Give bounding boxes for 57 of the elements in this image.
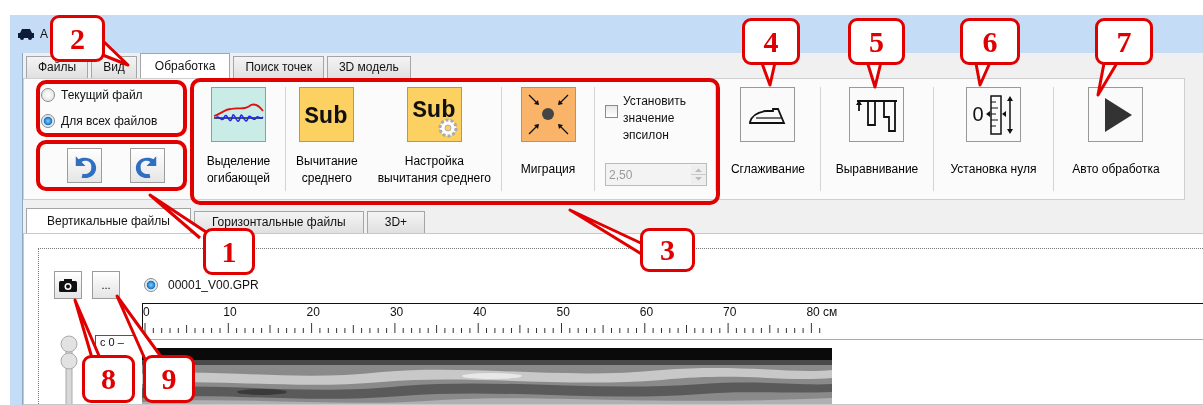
checkbox-label: Установить значение эпсилон <box>623 93 686 144</box>
stepped-traces-icon <box>849 87 905 142</box>
tool-button[interactable]: Выравнивание <box>831 87 923 191</box>
range-slider[interactable] <box>59 335 79 404</box>
callout-number: 1 <box>203 228 255 275</box>
tool-button[interactable]: Sub Настройка вычитания среднего <box>373 87 495 191</box>
ruler-label: 20 <box>306 305 320 319</box>
gear-icon <box>438 118 458 138</box>
ruler-label: 80 см <box>806 305 838 319</box>
tab[interactable]: Обработка <box>139 53 231 78</box>
callout-number: 6 <box>960 18 1020 65</box>
slider-thumb[interactable] <box>60 335 78 370</box>
ruler-label: 30 <box>389 305 404 319</box>
tab[interactable]: Поиск точек <box>233 56 324 78</box>
callout-number: 3 <box>640 228 695 272</box>
undo-button[interactable] <box>67 148 102 183</box>
waveform-icon <box>211 87 266 142</box>
ruler-label: 0 <box>143 305 150 319</box>
radio-button[interactable] <box>41 88 55 102</box>
tab[interactable]: 3D модель <box>326 56 411 78</box>
tool-button[interactable]: Авто обработка <box>1068 87 1164 191</box>
window-title: A <box>40 26 48 43</box>
icon-text: Sub <box>304 103 348 130</box>
ruler-label: 40 <box>473 305 487 319</box>
radio-label: Для всех файлов <box>61 113 158 130</box>
spin-field: 2,50 <box>605 163 707 186</box>
radio-button[interactable] <box>144 278 158 292</box>
callout-number: 5 <box>848 18 905 65</box>
icon-text: 0 <box>972 103 984 125</box>
tool-button[interactable]: Сглаживание <box>726 87 810 191</box>
ruler-label: 10 <box>223 305 237 319</box>
redo-button[interactable] <box>130 148 165 183</box>
file-name: 00001_V00.GPR <box>168 277 259 294</box>
ruler-label: 50 <box>556 305 570 319</box>
tool-button[interactable]: 0 Установка нуля <box>946 87 1041 191</box>
ruler-label: 60 <box>639 305 654 319</box>
callout-number: 4 <box>742 18 800 65</box>
radio-button[interactable] <box>41 114 55 128</box>
checkbox[interactable] <box>605 105 618 118</box>
callout-number: 9 <box>143 355 195 403</box>
iron-icon <box>740 87 796 142</box>
tool-button[interactable]: Sub Вычитание среднего <box>292 87 362 191</box>
converging-arrows-icon <box>520 87 576 142</box>
callout-number: 8 <box>82 355 135 403</box>
ruler-label: 70 <box>723 305 737 319</box>
car-icon <box>17 28 35 40</box>
tool-button[interactable]: Миграция <box>516 87 580 191</box>
more-button[interactable]: ... <box>92 271 120 299</box>
tab[interactable]: Горизонтальные файлы <box>193 211 364 233</box>
icon-text: Sub <box>412 97 456 124</box>
camera-icon <box>58 278 78 292</box>
tab[interactable]: 3D+ <box>366 211 426 233</box>
camera-button[interactable] <box>54 271 82 299</box>
tool-button[interactable]: Выделение огибающей <box>202 87 275 191</box>
radio-label: Текущий файл <box>61 87 143 104</box>
play-icon <box>1088 87 1144 142</box>
tab[interactable]: Вертикальные файлы <box>26 208 191 233</box>
